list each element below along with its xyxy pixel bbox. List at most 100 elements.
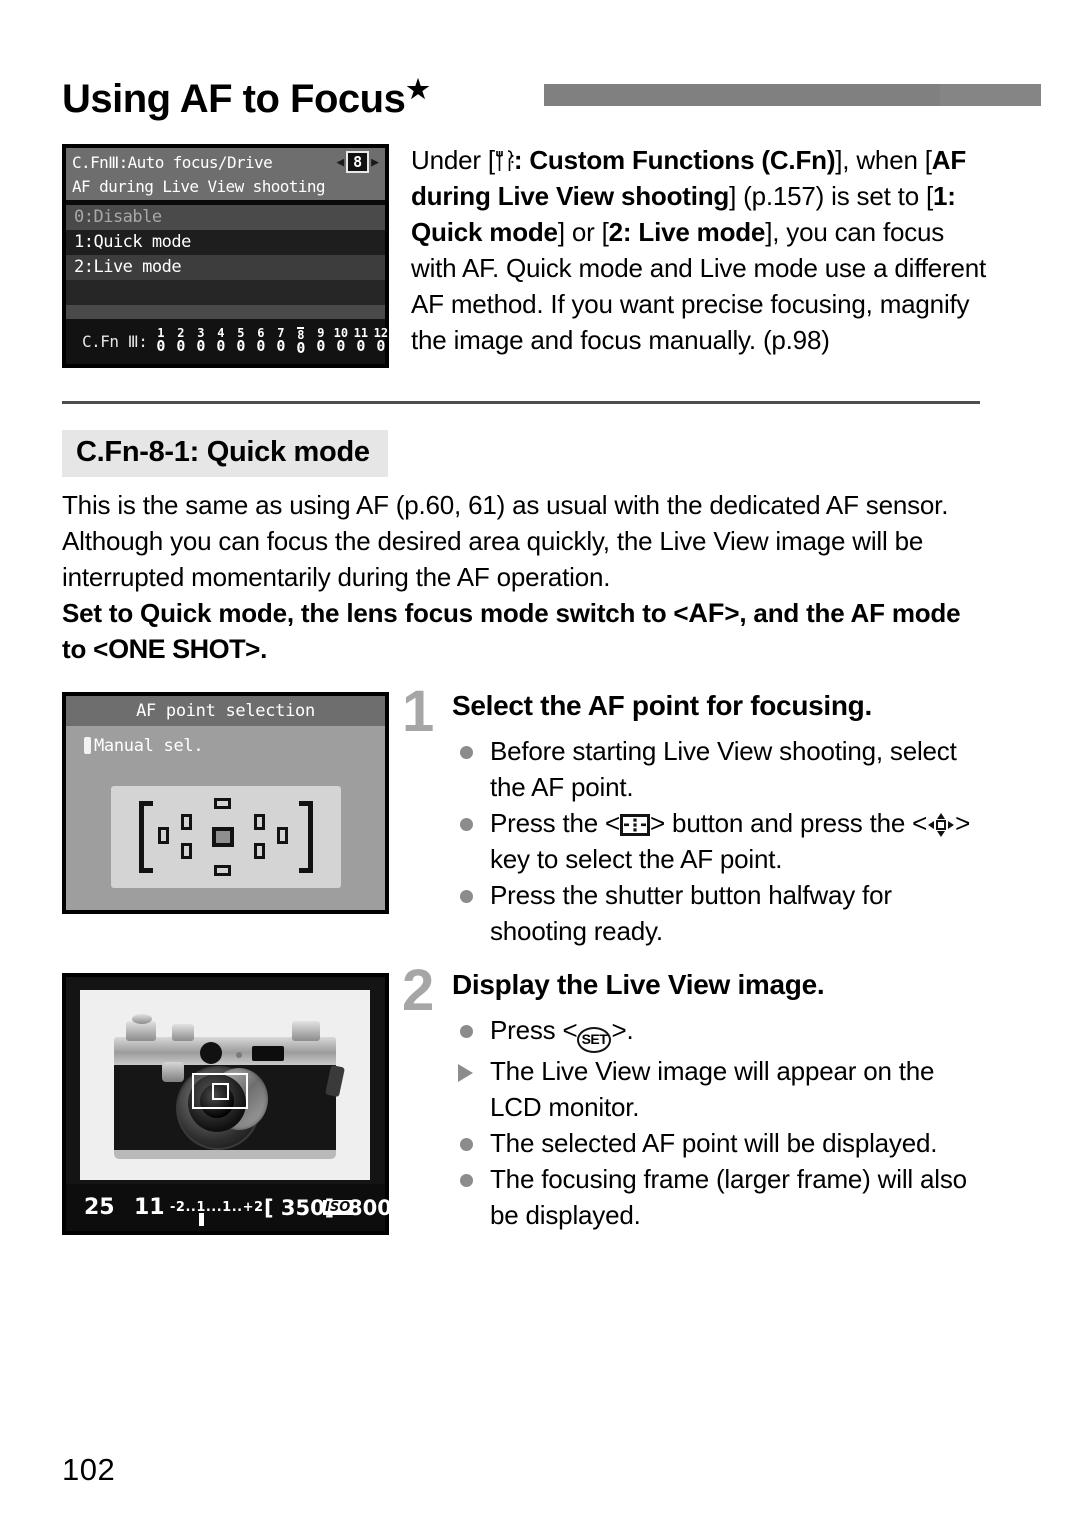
cfn-value: 0 <box>196 337 206 355</box>
intro-bold-live-mode: 2: Live mode <box>608 217 766 247</box>
step-1-list: Before starting Live View shooting, sele… <box>452 733 992 949</box>
cfn-column-13[interactable]: 13 0 <box>391 327 410 356</box>
cfn-column-10[interactable]: 10 0 <box>331 327 350 356</box>
af-point-lower-right[interactable] <box>254 843 265 859</box>
step-2-item-4-text: The focusing frame (larger frame) will a… <box>490 1164 967 1230</box>
camera-top-plate <box>114 1037 336 1065</box>
tools-icon <box>495 145 514 171</box>
cfn-status-bar: C.Fn Ⅲ: 1 0 2 0 3 0 4 0 5 0 6 0 7 0 8 0 9 0 10 0 11 0 12 0 13 0 <box>66 319 408 364</box>
camera-rewind-knob-top <box>132 1014 152 1024</box>
bracket-right-icon <box>299 801 313 873</box>
chevron-right-icon[interactable]: ▶ <box>371 155 379 170</box>
chevron-left-icon[interactable]: ◀ <box>336 155 344 170</box>
af-selection-mode-label: Manual sel. <box>94 736 204 756</box>
af-point-overlay <box>212 1083 229 1100</box>
af-point-lower-left[interactable] <box>181 843 192 859</box>
cfn-column-5[interactable]: 50 <box>231 327 250 356</box>
cursor-icon <box>84 737 91 754</box>
step-2-item-2: The Live View image will appear on the L… <box>452 1053 992 1125</box>
menu-option-disable[interactable]: 0:Disable <box>66 205 385 230</box>
cfn-value: 0 <box>376 337 386 355</box>
section-bold-instruction: Set to Quick mode, the lens focus mode s… <box>62 598 961 664</box>
cfn-column-1[interactable]: 10 <box>151 327 170 356</box>
shutter-speed-value: 25 <box>84 1195 115 1220</box>
af-point-upper-left[interactable] <box>181 814 192 830</box>
section-paragraph-text: This is the same as using AF (p.60, 61) … <box>62 490 949 592</box>
set-button-icon: SET <box>577 1027 612 1053</box>
bullet-icon <box>460 1138 473 1151</box>
multi-controller-icon <box>927 811 955 837</box>
af-switch-glyph: AF <box>688 598 725 628</box>
camera-shutter-dial <box>172 1024 194 1041</box>
step-1-item-2-text-a: Press the < <box>490 808 621 838</box>
cfn-column-6[interactable]: 60 <box>251 327 270 356</box>
step-2-item-1: Press < SET >. <box>452 1012 992 1053</box>
page-title-text: Using AF to Focus <box>62 77 406 121</box>
camera-rangefinder-window <box>252 1046 284 1061</box>
menu-page-number: 8 <box>346 151 370 173</box>
cfn-column-9[interactable]: 90 <box>311 327 330 356</box>
cfn-column-2[interactable]: 20 <box>171 327 190 356</box>
cfn-column-4[interactable]: 40 <box>211 327 230 356</box>
camera-base-plate <box>114 1150 336 1159</box>
cfn-column-11[interactable]: 11 0 <box>351 327 370 356</box>
step-2-item-2-text: The Live View image will appear on the L… <box>490 1056 935 1122</box>
step-1-item-3-text: Press the shutter button halfway for sho… <box>490 880 892 946</box>
bullet-icon <box>460 1025 473 1038</box>
custom-function-menu-screenshot: C.FnⅢ:Auto focus/Drive AF during Live Vi… <box>62 144 408 368</box>
cfn-column-3[interactable]: 30 <box>191 327 210 356</box>
af-point-bottom[interactable] <box>214 865 231 876</box>
exposure-level-scale: -2..1...1..+2 <box>170 1200 264 1215</box>
menu-option-live-mode[interactable]: 2:Live mode <box>66 255 385 280</box>
step-2-item-1-text-a: Press < <box>490 1015 578 1045</box>
bullet-icon <box>460 1174 473 1187</box>
bold-instruction-part1: Set to Quick mode, the lens focus mode s… <box>62 598 689 628</box>
af-point-selection-icon <box>620 814 651 836</box>
af-point-right[interactable] <box>277 827 288 844</box>
cfn-column-7[interactable]: 70 <box>271 327 290 356</box>
one-shot-glyph: ONE SHOT <box>108 634 246 664</box>
cfn-value: 0 <box>396 337 406 355</box>
menu-option-quick-mode[interactable]: 1:Quick mode <box>66 230 385 255</box>
af-selection-mode: Manual sel. <box>84 736 204 756</box>
camera-advance-knob <box>292 1021 320 1041</box>
af-point-left[interactable] <box>158 827 169 844</box>
cfn-value: 0 <box>296 339 306 357</box>
step-2-title: Display the Live View image. <box>452 969 825 1000</box>
menu-header: C.FnⅢ:Auto focus/Drive AF during Live Vi… <box>66 148 385 200</box>
cfn-value: 0 <box>216 337 226 355</box>
section-paragraph: This is the same as using AF (p.60, 61) … <box>62 487 987 667</box>
step-2-list: Press < SET >. The Live View image will ap… <box>452 1012 992 1233</box>
page-number: 102 <box>62 1452 116 1487</box>
cfn-value: 0 <box>256 337 266 355</box>
cfn-column-12[interactable]: 12 0 <box>371 327 390 356</box>
bullet-icon <box>460 890 473 903</box>
af-point-top[interactable] <box>214 798 231 809</box>
step-1-number: 1 <box>402 679 434 744</box>
cfn-digit-row: 1 0 2 0 3 0 4 0 5 0 6 0 7 0 8 0 9 0 10 0 11 0 12 0 13 0 <box>151 327 411 356</box>
live-view-status-bar: 25 11 -2..1...1..+2 [ 350] ISO 800 <box>66 1184 392 1231</box>
bold-instruction-part3: >. <box>245 634 268 664</box>
page-header: Using AF to Focus★ <box>62 66 1041 121</box>
af-point-selection-screenshot: AF point selection Manual sel. <box>62 692 389 914</box>
af-point-center-selected[interactable] <box>212 827 234 847</box>
af-point-upper-right[interactable] <box>254 814 265 830</box>
step-1-title: Select the AF point for focusing. <box>452 690 872 721</box>
bullet-icon <box>460 818 473 831</box>
step-2-item-4: The focusing frame (larger frame) will a… <box>452 1161 992 1233</box>
aperture-value: 11 <box>134 1195 165 1220</box>
cfn-value: 0 <box>356 337 366 355</box>
menu-page-indicator[interactable]: ◀ 8 ▶ <box>336 151 379 173</box>
camera-viewfinder-window <box>200 1042 222 1064</box>
cfn-column-8[interactable]: 80 <box>291 327 310 356</box>
step-1-item-3: Press the shutter button halfway for sho… <box>452 877 992 949</box>
cfn-value: 0 <box>316 337 326 355</box>
step-2-item-1-text-b: >. <box>611 1015 634 1045</box>
af-point-diagram <box>111 786 341 888</box>
menu-empty-row <box>66 280 385 305</box>
intro-paragraph: Under [ : Custom Functions (C.Fn)], when… <box>411 145 987 355</box>
camera-rewind-knob <box>126 1021 156 1041</box>
cfn-status-label: C.Fn Ⅲ: <box>82 332 148 351</box>
camera-front-knob <box>162 1062 184 1082</box>
cfn-value: 0 <box>336 337 346 355</box>
